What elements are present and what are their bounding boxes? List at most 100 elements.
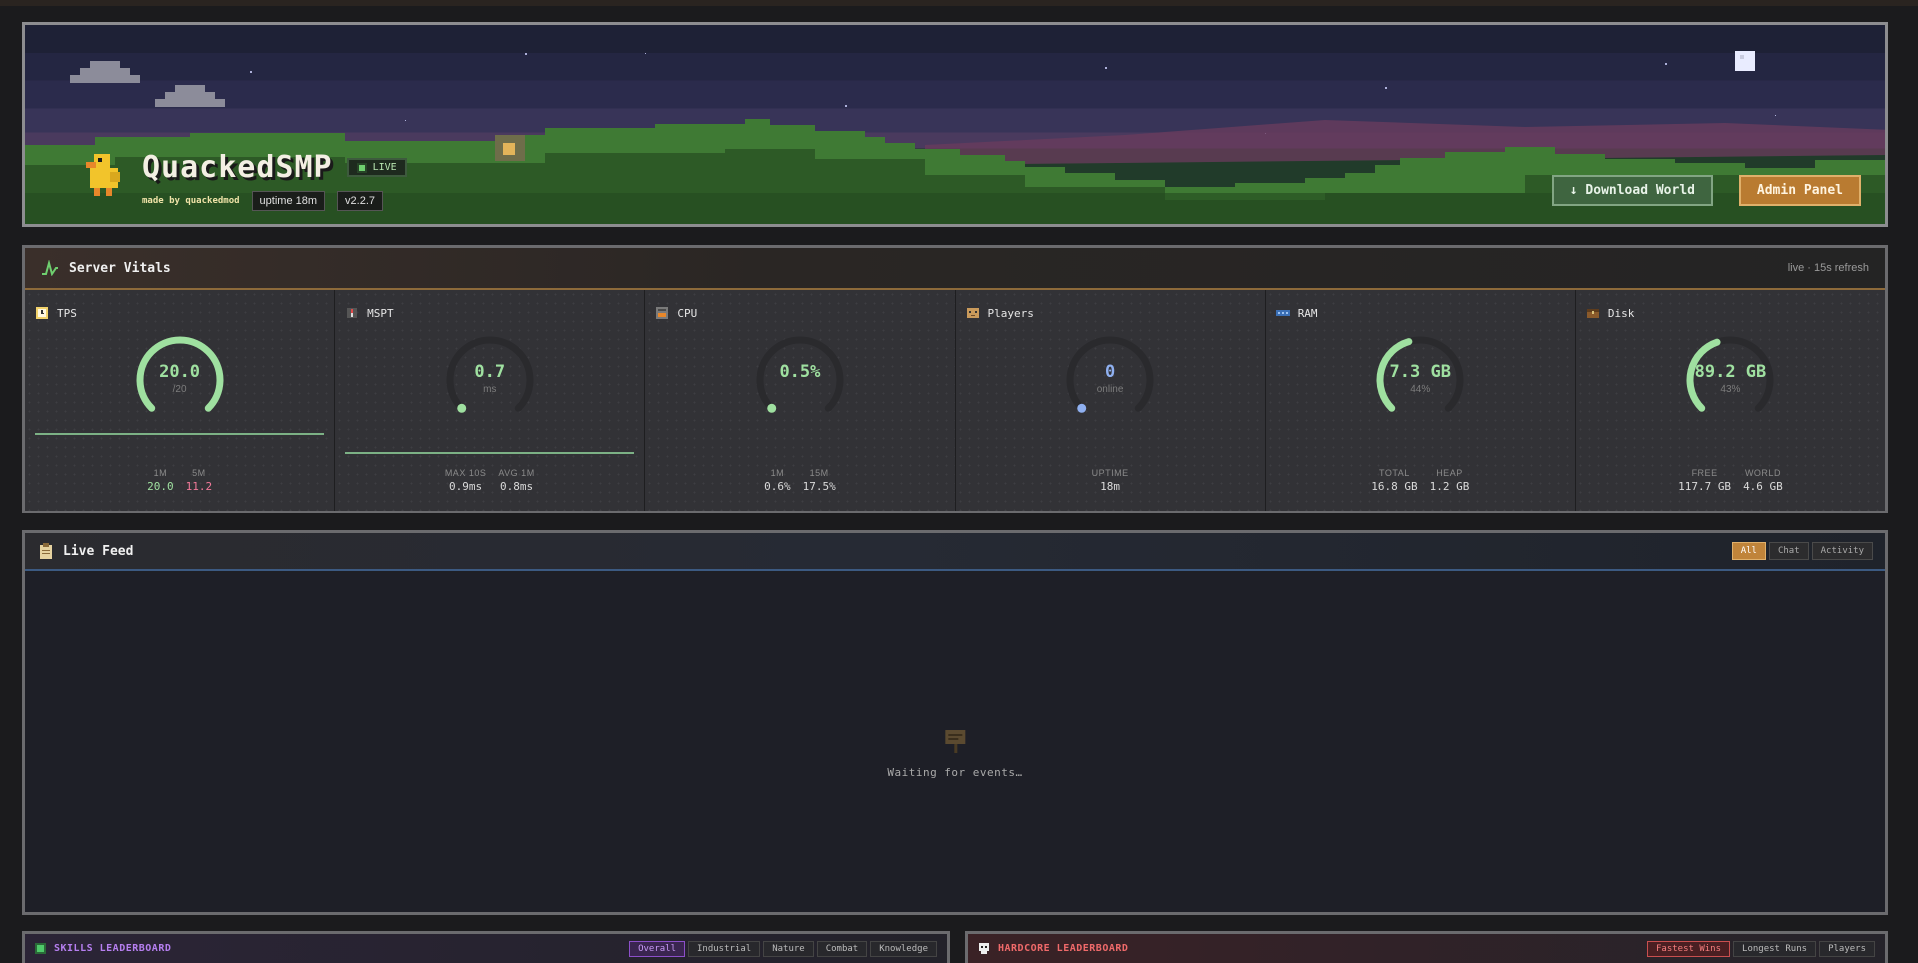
admin-panel-button[interactable]: Admin Panel bbox=[1738, 175, 1861, 206]
vital-stat-value: 0.6% bbox=[764, 480, 791, 493]
vital-gauge: 0 online bbox=[1060, 332, 1160, 422]
vital-value: 89.2 GB bbox=[1694, 362, 1767, 382]
live-feed-title: Live Feed bbox=[63, 543, 134, 559]
vital-label-text: CPU bbox=[677, 306, 698, 320]
live-feed-body: Waiting for events… bbox=[25, 573, 1885, 912]
vital-stats: MAX 10S 0.9ms AVG 1M 0.8ms bbox=[335, 468, 644, 493]
vital-gauge: 0.5% bbox=[750, 332, 850, 422]
live-feed-panel: Live Feed All Chat Activity Waiting for … bbox=[22, 530, 1888, 915]
server-title: QuackedSMP bbox=[142, 150, 333, 185]
vital-sparkline bbox=[345, 452, 635, 454]
vital-stat-value: 16.8 GB bbox=[1371, 480, 1418, 493]
vital-stat: TOTAL 16.8 GB bbox=[1371, 468, 1417, 493]
vital-stat: AVG 1M 0.8ms bbox=[498, 468, 534, 493]
vital-stat-value: 18m bbox=[1100, 480, 1121, 493]
live-feed-header: Live Feed All Chat Activity bbox=[25, 533, 1885, 571]
vital-stat-key: 15M bbox=[809, 468, 829, 478]
skills-tab-combat[interactable]: Combat bbox=[816, 940, 868, 957]
vital-stat-key: 1M bbox=[770, 468, 785, 478]
vital-label-text: RAM bbox=[1297, 306, 1318, 320]
vital-stat-key: AVG 1M bbox=[498, 468, 535, 478]
vital-stats: UPTIME 18m bbox=[956, 468, 1265, 493]
vital-stat-key: UPTIME bbox=[1091, 468, 1129, 478]
version-chip: v2.2.7 bbox=[337, 191, 383, 211]
furnace-icon bbox=[656, 307, 669, 319]
server-vitals-header: Server Vitals live · 15s refresh bbox=[25, 248, 1885, 290]
vital-stat: 1M 20.0 bbox=[147, 468, 174, 493]
vital-value: 0.7 bbox=[474, 362, 506, 382]
vital-label-text: Players bbox=[987, 306, 1034, 320]
vital-label-5: Disk bbox=[1586, 306, 1635, 320]
memory-icon bbox=[1275, 310, 1290, 316]
signpost-icon bbox=[945, 730, 965, 753]
vital-subvalue: online bbox=[1096, 384, 1124, 395]
vital-stat: FREE 117.7 GB bbox=[1678, 468, 1731, 493]
vital-stat-value: 0.9ms bbox=[449, 480, 483, 493]
vital-stats: FREE 117.7 GB WORLD 4.6 GB bbox=[1576, 468, 1885, 493]
clock-icon bbox=[36, 307, 48, 319]
vital-subvalue: 43% bbox=[1720, 384, 1741, 395]
compass-icon bbox=[347, 308, 358, 318]
empty-state: Waiting for events… bbox=[887, 728, 1022, 779]
live-label: LIVE bbox=[372, 162, 397, 173]
moon-icon bbox=[1735, 51, 1755, 71]
vital-value: 0.5% bbox=[779, 362, 821, 382]
vital-stats: 1M 0.6% 15M 17.5% bbox=[645, 468, 954, 493]
vital-stat-key: 5M bbox=[192, 468, 206, 478]
vital-label-3: Players bbox=[966, 306, 1034, 320]
vital-stat-key: TOTAL bbox=[1379, 468, 1410, 478]
vital-card-players: Players 0 online UPTIME 18m bbox=[955, 290, 1266, 511]
vital-stat-value: 20.0 bbox=[147, 480, 174, 493]
vital-sparkline bbox=[35, 433, 325, 435]
skills-tab-nature[interactable]: Nature bbox=[763, 940, 814, 957]
vital-subvalue: 44% bbox=[1410, 384, 1431, 395]
empty-state-text: Waiting for events… bbox=[887, 766, 1023, 779]
vitals-cards: TPS 20.0 /20 1M 20.0 5M 11.2 MSPT 0.7 ms… bbox=[25, 290, 1886, 511]
vital-card-cpu: CPU 0.5% 1M 0.6% 15M 17.5% bbox=[645, 290, 956, 511]
vital-stat-key: 1M bbox=[153, 468, 168, 478]
vital-subvalue: /20 bbox=[172, 384, 187, 395]
vital-gauge: 89.2 GB 43% bbox=[1680, 332, 1780, 422]
vital-label-text: MSPT bbox=[367, 306, 394, 320]
vital-label-text: TPS bbox=[57, 306, 77, 320]
vital-stat-key: HEAP bbox=[1436, 468, 1463, 478]
duck-logo-icon bbox=[80, 152, 126, 202]
server-vitals-title: Server Vitals bbox=[69, 260, 171, 276]
vital-stats: 1M 20.0 5M 11.2 bbox=[25, 468, 334, 493]
hardcore-tab-fastest-wins[interactable]: Fastest Wins bbox=[1647, 940, 1731, 957]
skull-icon bbox=[979, 942, 989, 954]
download-world-button[interactable]: ↓ Download World bbox=[1551, 175, 1713, 206]
player-head-icon bbox=[966, 308, 979, 318]
vital-label-0: TPS bbox=[35, 306, 77, 320]
live-badge: LIVE bbox=[346, 158, 407, 177]
feed-tab-chat[interactable]: Chat bbox=[1768, 542, 1809, 560]
skills-tab-overall[interactable]: Overall bbox=[629, 940, 685, 957]
skills-gem-icon bbox=[35, 943, 46, 954]
live-indicator-icon bbox=[356, 162, 367, 173]
uptime-chip: uptime 18m bbox=[251, 191, 326, 211]
vital-stat: MAX 10S 0.9ms bbox=[445, 468, 487, 493]
vital-card-disk: Disk 89.2 GB 43% FREE 117.7 GB WORLD 4.6… bbox=[1575, 290, 1886, 511]
hero-banner: QuackedSMP LIVE made by quackedmod uptim… bbox=[22, 22, 1888, 227]
feed-tab-activity[interactable]: Activity bbox=[1811, 542, 1873, 560]
feed-tab-all[interactable]: All bbox=[1731, 542, 1766, 560]
hardcore-tab-longest-runs[interactable]: Longest Runs bbox=[1733, 940, 1817, 957]
skills-tab-industrial[interactable]: Industrial bbox=[688, 940, 761, 957]
vital-stat: UPTIME 18m bbox=[1092, 468, 1129, 493]
vital-stat-value: 0.8ms bbox=[499, 480, 534, 493]
vital-stats: TOTAL 16.8 GB HEAP 1.2 GB bbox=[1266, 468, 1575, 493]
made-by-text: made by quackedmod bbox=[142, 196, 240, 206]
vital-stat-key: FREE bbox=[1691, 468, 1718, 478]
vital-stat-value: 4.6 GB bbox=[1743, 480, 1783, 493]
vital-stat: 5M 11.2 bbox=[186, 468, 213, 493]
vital-label-4: RAM bbox=[1275, 306, 1318, 320]
vital-stat: HEAP 1.2 GB bbox=[1430, 468, 1470, 493]
vital-label-text: Disk bbox=[1607, 306, 1635, 320]
vital-card-mspt: MSPT 0.7 ms MAX 10S 0.9ms AVG 1M 0.8ms bbox=[335, 290, 646, 511]
hardcore-tab-players[interactable]: Players bbox=[1819, 940, 1875, 957]
vital-value: 20.0 bbox=[159, 362, 201, 382]
skills-tab-knowledge[interactable]: Knowledge bbox=[870, 940, 937, 957]
chest-icon bbox=[1586, 309, 1599, 318]
refresh-status: live · 15s refresh bbox=[1787, 262, 1869, 274]
vital-stat-key: MAX 10S bbox=[444, 468, 487, 478]
